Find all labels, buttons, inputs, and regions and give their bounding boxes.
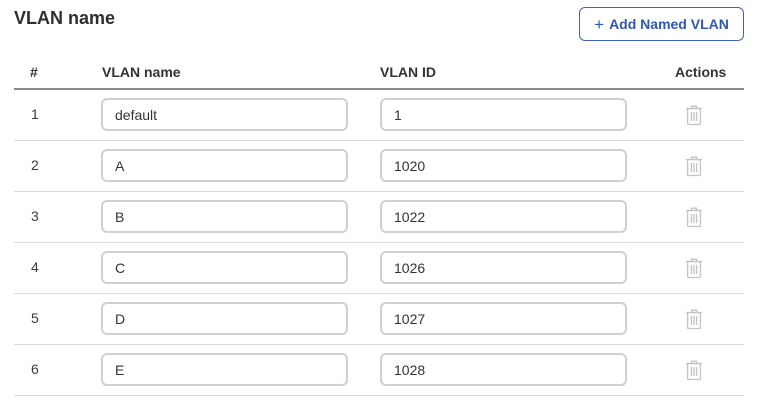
add-named-vlan-button[interactable]: + Add Named VLAN (579, 7, 744, 41)
header-vlan-id: VLAN ID (380, 64, 436, 80)
vlan-id-input[interactable] (380, 302, 627, 335)
plus-icon: + (594, 14, 605, 34)
vlan-id-input[interactable] (380, 200, 627, 233)
trash-icon[interactable] (684, 308, 704, 330)
vlan-id-input[interactable] (380, 98, 627, 131)
vlan-name-input[interactable] (101, 98, 348, 131)
trash-icon[interactable] (684, 257, 704, 279)
row-number: 2 (31, 157, 39, 173)
trash-icon[interactable] (684, 359, 704, 381)
table-header: # VLAN name VLAN ID Actions (14, 55, 744, 90)
row-number: 5 (31, 310, 39, 326)
add-named-vlan-label: Add Named VLAN (609, 16, 729, 32)
vlan-table: # VLAN name VLAN ID Actions 1 2 3 4 (14, 55, 744, 396)
header-vlan-name: VLAN name (102, 64, 181, 80)
row-number: 1 (31, 106, 39, 122)
trash-icon[interactable] (684, 104, 704, 126)
vlan-settings-panel: VLAN name + Add Named VLAN # VLAN name V… (0, 0, 762, 415)
vlan-id-input[interactable] (380, 251, 627, 284)
section-title: VLAN name (14, 8, 116, 28)
row-number: 6 (31, 361, 39, 377)
table-row: 2 (14, 141, 744, 192)
table-row: 3 (14, 192, 744, 243)
vlan-name-input[interactable] (101, 200, 348, 233)
trash-icon[interactable] (684, 206, 704, 228)
vlan-name-input[interactable] (101, 302, 348, 335)
row-number: 4 (31, 259, 39, 275)
table-row: 5 (14, 294, 744, 345)
header-actions: Actions (675, 64, 727, 80)
table-row: 4 (14, 243, 744, 294)
vlan-name-input[interactable] (101, 149, 348, 182)
vlan-id-input[interactable] (380, 353, 627, 386)
table-row: 1 (14, 90, 744, 141)
header-number: # (30, 64, 38, 80)
vlan-id-input[interactable] (380, 149, 627, 182)
table-row: 6 (14, 345, 744, 396)
row-number: 3 (31, 208, 39, 224)
vlan-name-input[interactable] (101, 353, 348, 386)
trash-icon[interactable] (684, 155, 704, 177)
vlan-name-input[interactable] (101, 251, 348, 284)
